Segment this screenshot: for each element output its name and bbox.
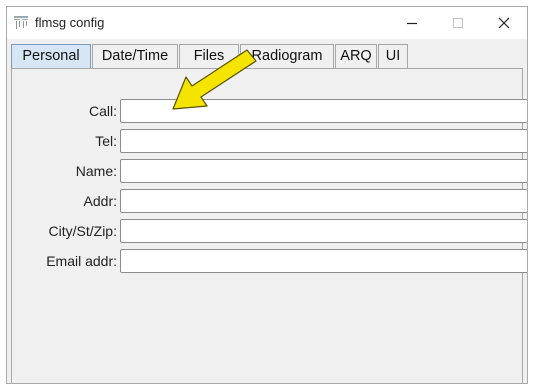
call-row: Call: — [12, 99, 527, 125]
email-input[interactable] — [120, 249, 527, 273]
call-input[interactable] — [120, 99, 527, 123]
call-label: Call: — [88, 103, 117, 119]
addr-label: Addr: — [83, 193, 117, 209]
tel-input[interactable] — [120, 129, 527, 153]
tab-strip: Personal Date/Time Files Radiogram ARQ U… — [7, 39, 527, 69]
maximize-button[interactable] — [435, 7, 481, 39]
tel-label: Tel: — [95, 133, 117, 149]
tab-arq[interactable]: ARQ — [335, 44, 377, 68]
city-st-zip-input[interactable] — [120, 219, 527, 243]
tab-ui[interactable]: UI — [378, 44, 408, 68]
addr-row: Addr: — [12, 189, 527, 215]
city-st-zip-label: City/St/Zip: — [48, 223, 117, 239]
name-row: Name: — [12, 159, 527, 185]
tel-row: Tel: — [12, 129, 527, 155]
email-label: Email addr: — [46, 253, 117, 269]
tab-radiogram[interactable]: Radiogram — [240, 44, 334, 68]
title-bar[interactable]: flmsg config — [7, 7, 527, 39]
close-icon — [498, 17, 510, 29]
personal-panel: Call: Tel: Name: Addr: City/St/Zip: Emai… — [11, 68, 527, 383]
minimize-icon — [407, 22, 417, 25]
window-title: flmsg config — [35, 15, 105, 30]
city-st-zip-row: City/St/Zip: — [12, 219, 527, 245]
name-input[interactable] — [120, 159, 527, 183]
close-button[interactable] — [481, 7, 527, 39]
maximize-icon — [453, 18, 463, 28]
email-row: Email addr: — [12, 249, 527, 275]
tab-files[interactable]: Files — [179, 44, 239, 68]
tab-date-time[interactable]: Date/Time — [92, 44, 178, 68]
tab-personal[interactable]: Personal — [11, 44, 91, 68]
config-window: flmsg config Personal Date/Time Files Ra… — [6, 6, 528, 384]
name-label: Name: — [75, 163, 117, 179]
minimize-button[interactable] — [389, 7, 435, 39]
app-icon — [14, 16, 28, 29]
addr-input[interactable] — [120, 189, 527, 213]
